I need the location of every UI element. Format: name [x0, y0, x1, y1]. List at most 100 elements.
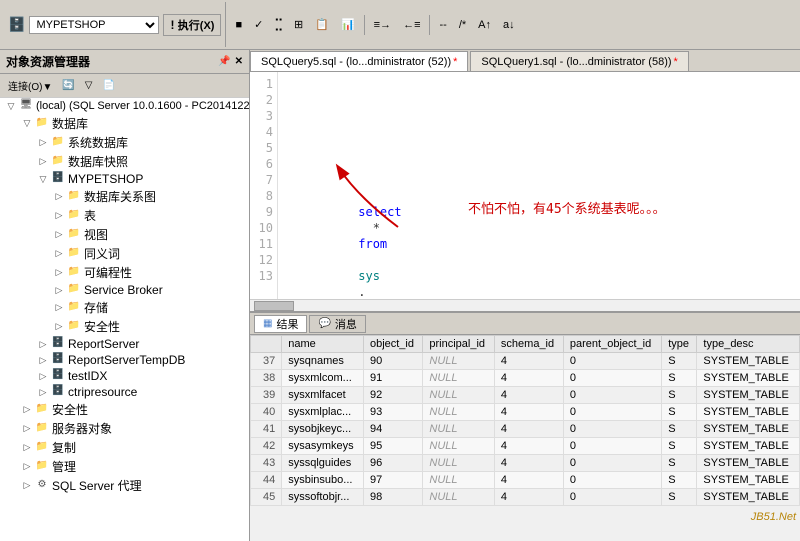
expand-system-db[interactable]: ▷: [36, 137, 50, 148]
tree-item-views[interactable]: ▷ 📁 视图: [0, 225, 249, 244]
tree-item-mypetshop[interactable]: ▽ 🗄️ MYPETSHOP: [0, 171, 249, 187]
db-icon-reportservertempdb: 🗄️: [50, 353, 66, 367]
tree-item-databases[interactable]: ▽ 📁 数据库: [0, 114, 249, 133]
tree-item-tables[interactable]: ▷ 📁 表: [0, 206, 249, 225]
col-type-desc: type_desc: [697, 336, 800, 353]
expand-reportservertempdb[interactable]: ▷: [36, 355, 50, 366]
folder-icon-management: 📁: [34, 460, 50, 474]
cell-principal-id: NULL: [423, 421, 495, 438]
expand-synonyms[interactable]: ▷: [52, 248, 66, 259]
tree-item-service-broker[interactable]: ▷ 📁 Service Broker: [0, 282, 249, 298]
cell-principal-id: NULL: [423, 370, 495, 387]
results-tab-messages[interactable]: 💬 消息: [309, 315, 365, 333]
cell-schema-id: 4: [494, 489, 563, 506]
tree-item-programmability[interactable]: ▷ 📁 可编程性: [0, 263, 249, 282]
object-explorer-panel: 对象资源管理器 📌 ✕ 连接(O)▼ 🔄 ▽ 📄 ▽ 🖥 (local) (SQ…: [0, 50, 250, 541]
results-tab-results[interactable]: ▦ 结果: [254, 315, 307, 333]
server-icon: 🖥: [18, 99, 34, 113]
tree-item-diagrams[interactable]: ▷ 📁 数据库关系图: [0, 187, 249, 206]
expand-ctripresource[interactable]: ▷: [36, 387, 50, 398]
summary-button[interactable]: 📄: [99, 78, 119, 93]
uppercase-button[interactable]: A↑: [473, 16, 496, 34]
tree-item-testidx[interactable]: ▷ 🗄️ testIDX: [0, 368, 249, 384]
tree-item-server-objects[interactable]: ▷ 📁 服务器对象: [0, 419, 249, 438]
cell-name: sysasymkeys: [282, 438, 364, 455]
client-stats[interactable]: 📊: [336, 15, 360, 34]
table-row: 37 sysqnames 90 NULL 4 0 S SYSTEM_TABLE: [251, 353, 800, 370]
folder-icon-programmability: 📁: [66, 266, 82, 280]
cell-name: sysbinsubo...: [282, 472, 364, 489]
expand-testidx[interactable]: ▷: [36, 371, 50, 382]
display-results-button[interactable]: ▪▪▪▪: [270, 12, 287, 37]
tree-item-security-root[interactable]: ▷ 📁 安全性: [0, 400, 249, 419]
expand-management[interactable]: ▷: [20, 461, 34, 472]
tree-item-reportservertempdb[interactable]: ▷ 🗄️ ReportServerTempDB: [0, 352, 249, 368]
tree-item-management[interactable]: ▷ 📁 管理: [0, 457, 249, 476]
tree-item-reportserver[interactable]: ▷ 🗄️ ReportServer: [0, 336, 249, 352]
expand-security-root[interactable]: ▷: [20, 404, 34, 415]
expand-replication[interactable]: ▷: [20, 442, 34, 453]
lowercase-button[interactable]: a↓: [498, 16, 520, 34]
parse-button[interactable]: ✓: [249, 15, 268, 34]
tree-item-ctripresource[interactable]: ▷ 🗄️ ctripresource: [0, 384, 249, 400]
filter-button[interactable]: ▽: [81, 78, 97, 93]
tree-item-system-db[interactable]: ▷ 📁 系统数据库: [0, 133, 249, 152]
tree-item-sql-agent[interactable]: ▷ ⚙ SQL Server 代理: [0, 476, 249, 495]
cell-name: syssqlguides: [282, 455, 364, 472]
cell-parent-object-id: 0: [563, 353, 661, 370]
stop-button[interactable]: ■: [230, 16, 247, 34]
db-selector-section: 🗄️ MYPETSHOP ! 执行(X): [4, 2, 226, 47]
tab-sqlquery5[interactable]: SQLQuery5.sql - (lo...dministrator (52))…: [250, 51, 468, 71]
connect-button[interactable]: 连接(O)▼: [4, 76, 56, 95]
expand-reportserver[interactable]: ▷: [36, 339, 50, 350]
code-editor[interactable]: select * from sys . objects where type_d…: [278, 72, 800, 299]
cell-rownum: 37: [251, 353, 282, 370]
tree-item-synonyms[interactable]: ▷ 📁 同义词: [0, 244, 249, 263]
keyword-from: from: [358, 237, 387, 251]
expand-security-sub[interactable]: ▷: [52, 321, 66, 332]
expand-storage[interactable]: ▷: [52, 302, 66, 313]
database-selector[interactable]: MYPETSHOP: [29, 16, 159, 34]
expand-databases[interactable]: ▽: [20, 118, 34, 129]
execute-button[interactable]: ! 执行(X): [163, 14, 221, 36]
cell-principal-id: NULL: [423, 489, 495, 506]
expand-sql-agent[interactable]: ▷: [20, 480, 34, 491]
col-principal-id: principal_id: [423, 336, 495, 353]
tree-item-replication[interactable]: ▷ 📁 复制: [0, 438, 249, 457]
close-button[interactable]: ✕: [235, 56, 243, 67]
tree-item-server[interactable]: ▽ 🖥 (local) (SQL Server 10.0.1600 - PC20…: [0, 98, 249, 114]
cell-schema-id: 4: [494, 353, 563, 370]
editor-scrollbar[interactable]: [250, 299, 800, 311]
code-line-3: [286, 108, 792, 124]
panel-header: 对象资源管理器 📌 ✕: [0, 50, 249, 74]
expand-server[interactable]: ▽: [4, 101, 18, 112]
uncomment-button[interactable]: /*: [454, 16, 471, 34]
tree-item-storage[interactable]: ▷ 📁 存储: [0, 298, 249, 317]
cell-parent-object-id: 0: [563, 438, 661, 455]
expand-tables[interactable]: ▷: [52, 210, 66, 221]
cell-object-id: 97: [363, 472, 422, 489]
comment-button[interactable]: --: [434, 16, 451, 34]
main-area: 对象资源管理器 📌 ✕ 连接(O)▼ 🔄 ▽ 📄 ▽ 🖥 (local) (SQ…: [0, 50, 800, 541]
cell-type-desc: SYSTEM_TABLE: [697, 353, 800, 370]
results-to-grid[interactable]: ⊞: [289, 15, 308, 34]
indent-button[interactable]: ≡→: [369, 16, 396, 34]
cell-type-desc: SYSTEM_TABLE: [697, 387, 800, 404]
cell-type: S: [662, 489, 697, 506]
refresh-button[interactable]: 🔄: [58, 78, 78, 93]
tree-item-security-sub[interactable]: ▷ 📁 安全性: [0, 317, 249, 336]
expand-diagrams[interactable]: ▷: [52, 191, 66, 202]
include-plan[interactable]: 📋: [310, 15, 334, 34]
expand-programmability[interactable]: ▷: [52, 267, 66, 278]
results-table-container[interactable]: name object_id principal_id schema_id pa…: [250, 335, 800, 541]
expand-views[interactable]: ▷: [52, 229, 66, 240]
tree-item-db-snapshot[interactable]: ▷ 📁 数据库快照: [0, 152, 249, 171]
tab-sqlquery1[interactable]: SQLQuery1.sql - (lo...dministrator (58))…: [470, 51, 688, 71]
expand-server-objects[interactable]: ▷: [20, 423, 34, 434]
expand-mypetshop[interactable]: ▽: [36, 174, 50, 185]
expand-service-broker[interactable]: ▷: [52, 285, 66, 296]
folder-icon-replication: 📁: [34, 441, 50, 455]
outdent-button[interactable]: ←≡: [398, 16, 425, 34]
expand-db-snapshot[interactable]: ▷: [36, 156, 50, 167]
pin-button[interactable]: 📌: [218, 56, 230, 67]
